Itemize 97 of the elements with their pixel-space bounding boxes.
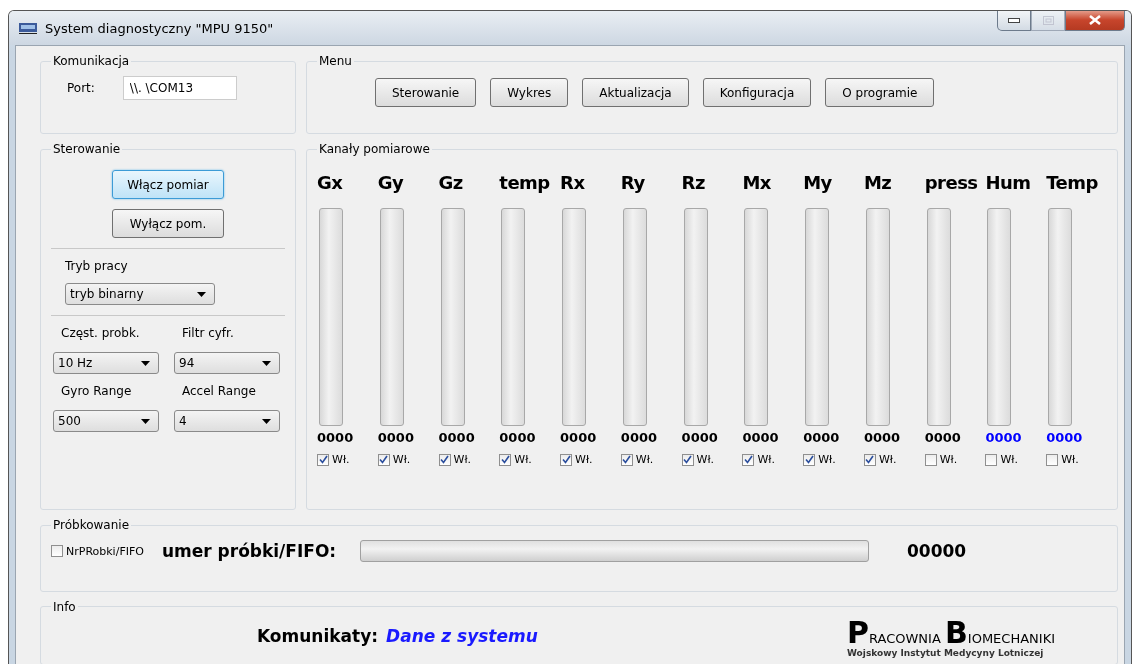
checkbox[interactable]	[317, 453, 329, 466]
channel-name: Mz	[863, 172, 892, 195]
channel-reading: 0000	[1046, 430, 1083, 445]
dropdown-caret-icon	[141, 360, 150, 366]
menu-button[interactable]: Aktualizacja	[582, 78, 689, 107]
channel-reading: 0000	[560, 430, 597, 445]
checkbox[interactable]	[51, 545, 63, 557]
checkbox[interactable]	[803, 453, 816, 466]
checkbox-label: Wł.	[1061, 453, 1079, 466]
checkbox-label: Wł.	[392, 453, 411, 466]
checkbox[interactable]	[742, 453, 755, 466]
checkbox[interactable]	[499, 453, 512, 466]
checkbox[interactable]	[620, 453, 633, 466]
checkbox-label: Wł.	[1000, 453, 1018, 466]
sample-count: 00000	[907, 541, 968, 561]
checkbox[interactable]	[560, 453, 573, 466]
channel-reading: 0000	[742, 430, 779, 445]
setting-dropdown[interactable]: 500	[53, 410, 159, 432]
checkbox-label: NrPRobki/FIFO	[66, 544, 144, 558]
channel-name: Gz	[438, 172, 463, 195]
group-title: Sterowanie	[52, 142, 122, 156]
menu-button[interactable]: Wykres	[490, 78, 569, 107]
channel-reading: 0000	[985, 430, 1022, 445]
channel-name: My	[803, 172, 832, 195]
setting-label: Accel Range	[181, 384, 256, 398]
channel-name: Hum	[985, 172, 1031, 195]
messages-label: Komunikaty:	[257, 625, 379, 646]
checkbox-label: Wł.	[514, 453, 532, 466]
menu-button[interactable]: Konfiguracja	[702, 78, 812, 107]
channel-name: press	[924, 172, 978, 195]
port-label: Port:	[67, 81, 95, 95]
dropdown-caret-icon	[141, 418, 150, 424]
setting-dropdown[interactable]: 10 Hz	[53, 352, 159, 374]
checkbox[interactable]	[1046, 453, 1059, 466]
measurement-button[interactable]: Włącz pomiar	[112, 170, 224, 199]
checkbox-label: Wł.	[939, 453, 958, 466]
checkbox[interactable]	[377, 453, 390, 466]
channel-name: Mx	[742, 172, 771, 195]
checkbox-label: Wł.	[332, 453, 350, 466]
channel-reading: 0000	[317, 430, 354, 445]
logo-title: PRACOWNIA B IOMECHANIKI	[847, 617, 1055, 648]
checkbox-label: Wł.	[818, 453, 836, 466]
checkbox[interactable]	[863, 453, 876, 466]
checkbox-label: Wł.	[696, 453, 715, 466]
logo-subtitle: Wojskowy Instytut Medycyny Lotniczej	[847, 647, 1044, 658]
minimize-button[interactable]	[997, 11, 1031, 31]
channel-name: Gy	[377, 172, 404, 195]
channel-reading: 0000	[924, 430, 961, 445]
checkbox-label: Wł.	[878, 453, 897, 466]
group-title: Info	[52, 599, 77, 614]
group-title: Menu	[318, 54, 353, 68]
channel-reading: 0000	[499, 430, 536, 445]
dropdown-caret-icon	[197, 291, 206, 297]
checkbox-label: Wł.	[635, 453, 654, 466]
channel-reading: 0000	[863, 430, 901, 445]
channel-name: Rz	[681, 172, 705, 195]
menu-button[interactable]: O programie	[825, 78, 935, 107]
checkbox[interactable]	[985, 453, 998, 466]
setting-label: Filtr cyfr.	[181, 326, 234, 340]
measurement-button[interactable]: Wyłącz pom.	[112, 209, 224, 238]
close-button[interactable]	[1065, 11, 1125, 31]
checkbox-label: Wł.	[575, 453, 593, 466]
group-title: Komunikacja	[52, 54, 131, 68]
channel-reading: 0000	[620, 430, 658, 445]
checkbox-label: Wł.	[757, 453, 775, 466]
channel-reading: 0000	[377, 430, 414, 445]
minimize-icon	[1008, 17, 1020, 23]
channel-reading: 0000	[438, 430, 475, 445]
group-title: Próbkowanie	[52, 518, 130, 532]
checkbox[interactable]	[681, 453, 694, 466]
dropdown-caret-icon	[262, 360, 271, 366]
channel-name: Rx	[560, 172, 585, 195]
message-text: Dane z systemu	[386, 625, 538, 646]
checkbox[interactable]	[924, 453, 937, 466]
mode-label: Tryb pracy	[65, 259, 129, 273]
setting-dropdown[interactable]: 94	[174, 352, 280, 374]
group-title: Kanały pomiarowe	[318, 142, 431, 156]
channel-name: temp	[499, 172, 550, 195]
channel-name: Gx	[317, 172, 343, 195]
mode-dropdown[interactable]: tryb binarny	[65, 283, 215, 305]
channel-name: Ry	[620, 172, 645, 195]
setting-dropdown[interactable]: 4	[174, 410, 280, 432]
app-icon	[19, 22, 37, 34]
channel-name: Temp	[1046, 172, 1098, 195]
dropdown-caret-icon	[262, 418, 271, 424]
channel-reading: 0000	[803, 430, 840, 445]
close-icon	[1089, 15, 1101, 25]
checkbox-label: Wł.	[453, 453, 472, 466]
menu-button[interactable]: Sterowanie	[375, 78, 477, 107]
setting-label: Gyro Range	[60, 384, 132, 398]
checkbox[interactable]	[438, 453, 451, 466]
channel-reading: 0000	[681, 430, 718, 445]
window-title: System diagnostyczny "MPU 9150"	[45, 20, 274, 36]
maximize-icon	[1042, 15, 1054, 25]
sample-number-label: umer próbki/FIFO:	[161, 541, 337, 561]
setting-label: Częst. probk.	[60, 326, 140, 340]
port-field[interactable]: \\. \COM13	[122, 76, 237, 100]
